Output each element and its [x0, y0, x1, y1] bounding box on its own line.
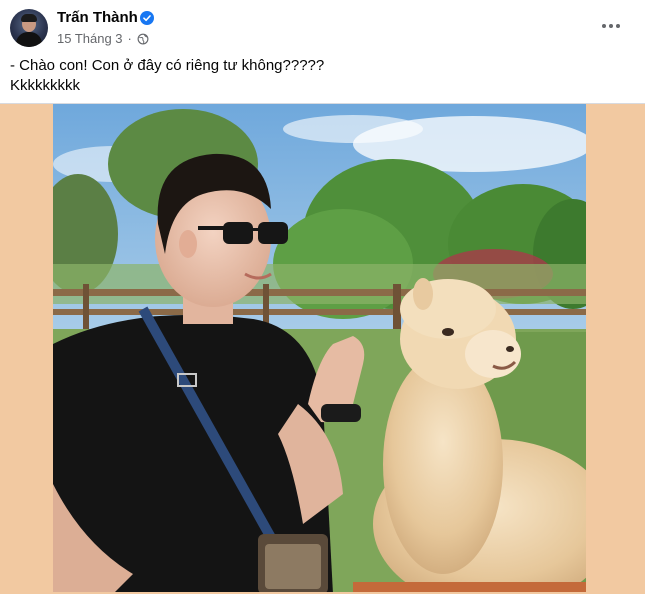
facebook-post: Trấn Thành 15 Tháng 3 · - Chào con! Con …	[0, 0, 645, 594]
post-meta: 15 Tháng 3 ·	[57, 31, 149, 46]
post-date[interactable]: 15 Tháng 3	[57, 31, 123, 46]
more-options-icon[interactable]	[595, 12, 627, 40]
globe-icon[interactable]	[137, 33, 149, 45]
author-avatar[interactable]	[10, 9, 48, 47]
author-name[interactable]: Trấn Thành	[57, 9, 138, 26]
caption-line: - Chào con! Con ở đây có riêng tư không?…	[10, 57, 325, 74]
post-header: Trấn Thành 15 Tháng 3 ·	[0, 0, 645, 52]
verified-badge-icon	[140, 11, 154, 25]
caption-line: Kkkkkkkkk	[10, 77, 81, 94]
post-caption: - Chào con! Con ở đây có riêng tư không?…	[10, 56, 324, 96]
post-photo[interactable]	[53, 104, 586, 594]
photo-illustration	[53, 104, 586, 594]
post-media	[0, 104, 645, 594]
